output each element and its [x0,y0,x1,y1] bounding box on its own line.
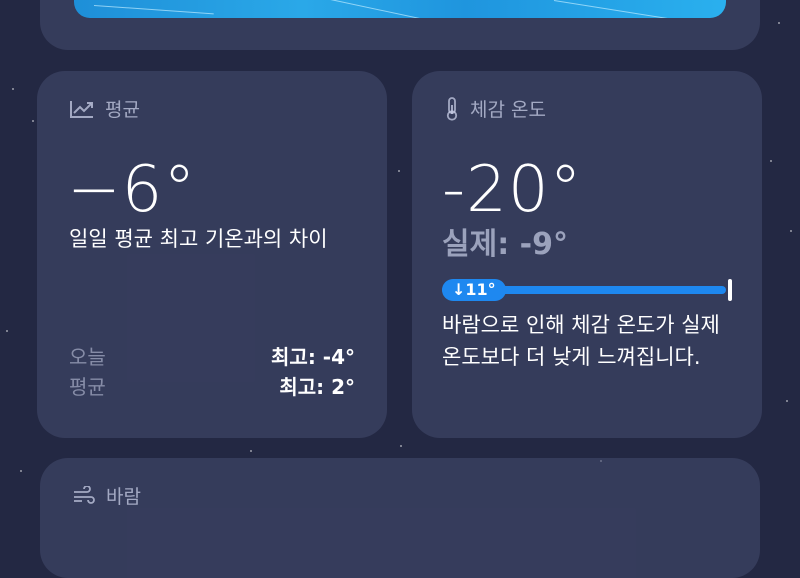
card-title: 체감 온도 [470,99,546,121]
average-description: 일일 평균 최고 기온과의 차이 [69,227,328,251]
stat-label: 평균 [69,375,106,399]
stat-row-today: 오늘 최고: -4° [69,341,355,370]
feels-like-description: 바람으로 인해 체감 온도가 실제 온도보다 더 낮게 느껴집니다. [442,313,720,369]
feels-like-value: -20° [442,153,583,227]
card-header: 체감 온도 [444,95,546,122]
card-title: 평균 [105,99,140,121]
card-title: 바람 [106,486,141,508]
stat-value: 최고: -4° [271,345,355,369]
average-difference-value: −6° [67,153,197,227]
actual-marker [728,279,732,301]
average-temperature-card[interactable]: 평균 −6° 일일 평균 최고 기온과의 차이 오늘 최고: -4° 평균 최고… [37,71,387,438]
difference-badge: ↓11° [442,279,506,301]
wind-icon [72,485,96,506]
card-header: 바람 [72,482,141,509]
feels-like-card[interactable]: 체감 온도 -20° 실제: -9° ↓11° 바람으로 인해 체감 온도가 실… [412,71,762,438]
thermometer-icon [444,96,460,121]
stat-value: 최고: 2° [279,375,355,399]
map-preview: 목포 여수 [74,0,726,18]
precipitation-map-card[interactable]: 목포 여수 [40,0,760,50]
feels-like-gauge: ↓11° [442,279,732,301]
card-header: 평균 [69,95,140,122]
wind-card[interactable]: 바람 [40,458,760,578]
chart-trend-icon [69,99,95,119]
actual-temperature: 실제: -9° [442,227,568,262]
stat-label: 오늘 [69,345,106,369]
stat-row-average: 평균 최고: 2° [69,371,355,400]
